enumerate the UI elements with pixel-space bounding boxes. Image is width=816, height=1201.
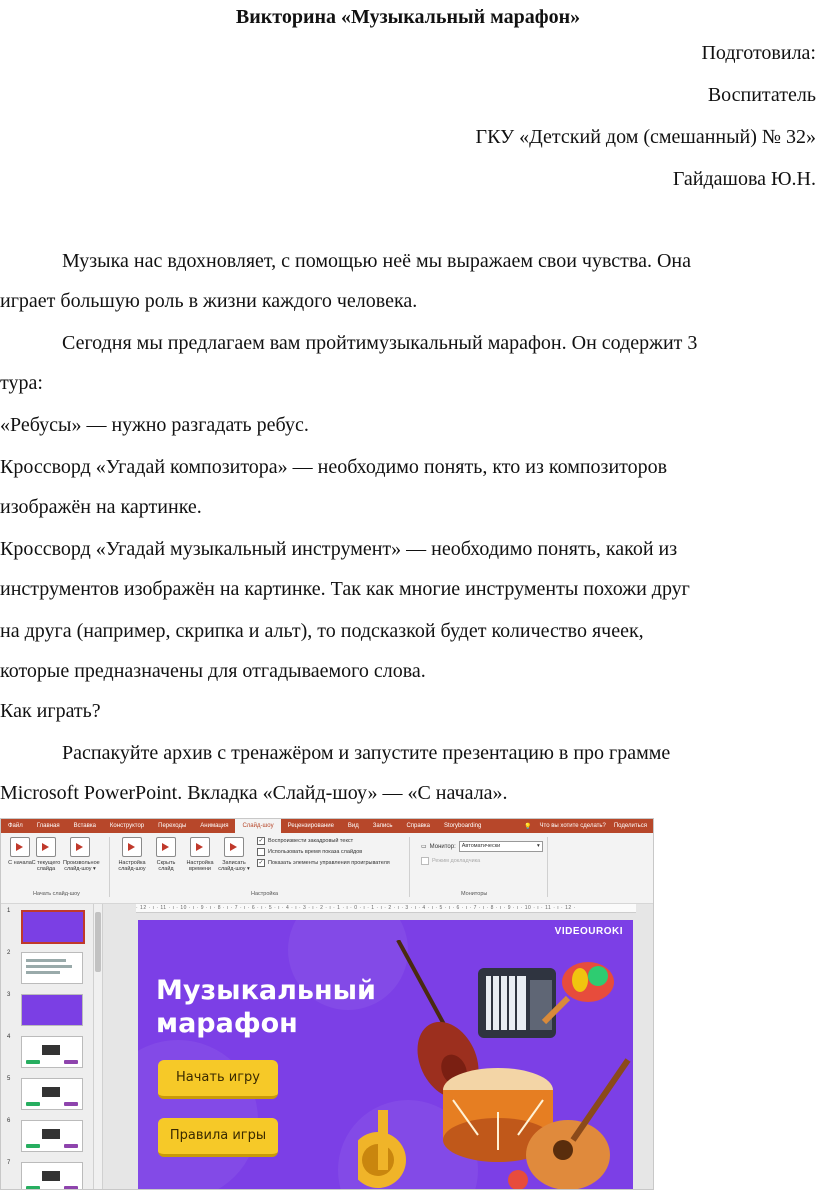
game-rules-button[interactable]: Правила игры [158, 1118, 278, 1157]
hide-icon [156, 837, 176, 857]
slides-icon [70, 837, 90, 857]
tab-slideshow[interactable]: Слайд-шоу [235, 819, 281, 833]
ribbon-tab-bar: Файл Главная Вставка Конструктор Переход… [1, 819, 653, 833]
tab-storyboarding[interactable]: Storyboarding [437, 823, 488, 829]
checkbox-play-narrations[interactable]: ✓ Воспроизвести закадровый текст [257, 837, 353, 845]
group-monitors: Мониторы [461, 891, 488, 897]
editor-area: 1 2 3 4 5 6 7 · 12 · ı · 11 · ı · 10 · ı… [1, 904, 653, 1189]
slide-thumbnail[interactable]: 1 [5, 908, 89, 948]
monitor-dropdown[interactable]: Автоматически [458, 841, 543, 852]
share-button[interactable]: Поделиться [614, 823, 647, 829]
tab-insert[interactable]: Вставка [67, 823, 103, 829]
monitor-selector: ▭ Монитор: Автоматически [421, 841, 543, 852]
tab-animations[interactable]: Анимация [193, 823, 235, 829]
checkbox-box[interactable] [257, 848, 265, 856]
tab-record[interactable]: Запись [366, 823, 400, 829]
tab-review[interactable]: Рецензирование [281, 823, 341, 829]
rehearse-timings-button[interactable]: Настройка времени [183, 837, 217, 872]
group-setup: Настройка [251, 891, 279, 897]
record-slideshow-button[interactable]: Записать слайд-шоу ▾ [217, 837, 251, 872]
slide-thumbnail[interactable]: 3 [5, 992, 89, 1032]
from-current-slide-button[interactable]: С текущего слайда [29, 837, 63, 872]
body-line: Кроссворд «Угадай композитора» — необход… [0, 456, 668, 478]
body-line: Распакуйте архив с тренажёром и запустит… [62, 742, 671, 764]
tab-design[interactable]: Конструктор [103, 823, 151, 829]
custom-slideshow-button[interactable]: Произвольное слайд-шоу ▾ [63, 837, 100, 872]
author-org: ГКУ «Детский дом (смешанный) № 32» [475, 126, 816, 148]
timer-icon [190, 837, 210, 857]
body-line: «Ребусы» — нужно разгадать ребус. [0, 414, 309, 436]
body-line: тура: [0, 372, 43, 394]
musical-instruments-illustration [358, 940, 631, 1189]
tab-view[interactable]: Вид [341, 823, 366, 829]
slide-thumbnail[interactable]: 7 [5, 1160, 89, 1189]
slide-title: Музыкальный марафон [156, 975, 376, 1039]
body-line: на друга (например, скрипка и альт), то … [0, 620, 644, 642]
ribbon-slideshow: С начала С текущего слайда Произвольное … [1, 833, 653, 904]
body-line: Microsoft PowerPoint. Вкладка «Слайд-шоу… [0, 782, 508, 804]
thumbnails-scrollbar[interactable] [94, 904, 103, 1189]
checkbox-box[interactable]: ✓ [257, 837, 265, 845]
horizontal-ruler: · 12 · ı · 11 · ı · 10 · ı · 9 · ı · 8 ·… [136, 904, 636, 913]
lightbulb-icon: 💡 [524, 823, 532, 830]
checkbox-use-timings[interactable]: Использовать время показа слайдов [257, 848, 362, 856]
start-game-button[interactable]: Начать игру [158, 1060, 278, 1099]
body-line: которые предназначены для отгадываемого … [0, 660, 426, 682]
tab-transitions[interactable]: Переходы [151, 823, 193, 829]
document-title: Викторина «Музыкальный марафон» [235, 6, 581, 28]
author-name: Гайдашова Ю.Н. [672, 168, 816, 190]
body-line: Музыка нас вдохновляет, с помощью неё мы… [62, 250, 691, 272]
tab-file[interactable]: Файл [1, 823, 30, 829]
group-start-slideshow: Начать слайд-шоу [33, 891, 80, 897]
slide-canvas[interactable]: VIDEOUROKI Музыкальный марафон Начать иг… [138, 920, 633, 1189]
slide-thumbnail[interactable]: 2 [5, 950, 89, 990]
tab-help[interactable]: Справка [399, 823, 437, 829]
play-icon [36, 837, 56, 857]
checkbox-box[interactable]: ✓ [257, 859, 265, 867]
hide-slide-button[interactable]: Скрыть слайд [149, 837, 183, 872]
setup-slideshow-button[interactable]: Настройка слайд-шоу [115, 837, 149, 872]
setup-icon [122, 837, 142, 857]
body-line: играет большую роль в жизни каждого чело… [0, 290, 418, 312]
play-icon [10, 837, 30, 857]
body-line: Кроссворд «Угадай музыкальный инструмент… [0, 538, 678, 560]
monitor-icon: ▭ [421, 844, 427, 850]
checkbox-show-media-controls[interactable]: ✓ Показать элементы управления проигрыват… [257, 859, 390, 867]
powerpoint-screenshot: Файл Главная Вставка Конструктор Переход… [0, 818, 654, 1190]
tab-home[interactable]: Главная [30, 823, 67, 829]
checkbox-presenter-view[interactable]: Режим докладчика [421, 857, 480, 865]
author-role: Воспитатель [707, 84, 816, 106]
author-prepared: Подготовила: [701, 42, 816, 64]
body-line: изображён на картинке. [0, 496, 202, 518]
slide-thumbnails-pane[interactable]: 1 2 3 4 5 6 7 [1, 904, 94, 1189]
section-heading-how-to-play: Как играть? [0, 700, 101, 722]
slide-thumbnail[interactable]: 5 [5, 1076, 89, 1116]
slide-thumbnail[interactable]: 6 [5, 1118, 89, 1158]
record-icon [224, 837, 244, 857]
checkbox-box[interactable] [421, 857, 429, 865]
body-line: инструментов изображён на картинке. Так … [0, 578, 690, 600]
slide-thumbnail[interactable]: 4 [5, 1034, 89, 1074]
tell-me-search[interactable]: Что вы хотите сделать? [540, 823, 606, 829]
body-line: Сегодня мы предлагаем вам пройтимузыкаль… [62, 332, 698, 354]
videouroki-logo: VIDEOUROKI [554, 926, 623, 937]
